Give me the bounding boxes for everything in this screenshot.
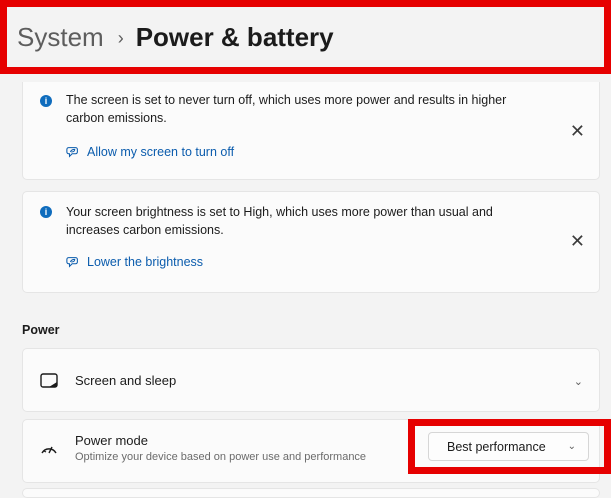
screen-sleep-icon [40, 373, 58, 388]
close-icon[interactable]: ✕ [570, 232, 585, 250]
page-title: Power & battery [135, 21, 334, 52]
link-label: Lower the brightness [87, 255, 204, 269]
info-icon: i [40, 95, 52, 107]
leaf-icon [66, 147, 78, 158]
lower-brightness-link[interactable]: Lower the brightness [66, 255, 203, 269]
screen-and-sleep-row[interactable]: Screen and sleep ⌄ [22, 348, 600, 412]
power-mode-icon [41, 446, 57, 454]
breadcrumb-separator: › [117, 27, 124, 48]
allow-screen-off-link[interactable]: Allow my screen to turn off [66, 145, 234, 159]
dropdown-value: Best performance [447, 439, 546, 454]
row-title: Screen and sleep [75, 373, 177, 388]
section-label-power: Power [22, 323, 60, 337]
notice-screen-timeout: i The screen is set to never turn off, w… [22, 82, 600, 180]
close-icon[interactable]: ✕ [570, 122, 585, 140]
highlight-box: Best performance ⌄ [408, 419, 611, 474]
notice-text: Your screen brightness is set to High, w… [66, 205, 493, 237]
info-icon: i [40, 206, 52, 218]
breadcrumb: System › Power & battery [0, 0, 611, 74]
leaf-icon [66, 257, 78, 268]
link-label: Allow my screen to turn off [87, 145, 235, 159]
chevron-down-icon: ⌄ [567, 441, 576, 452]
row-title: Power mode [75, 433, 148, 448]
next-row-partial [22, 488, 600, 498]
notice-brightness: i Your screen brightness is set to High,… [22, 191, 600, 293]
breadcrumb-system-link[interactable]: System [17, 22, 104, 53]
chevron-down-icon[interactable]: ⌄ [574, 375, 583, 388]
row-description: Optimize your device based on power use … [75, 451, 367, 463]
notice-text: The screen is set to never turn off, whi… [66, 93, 507, 125]
power-mode-dropdown[interactable]: Best performance ⌄ [428, 432, 589, 461]
